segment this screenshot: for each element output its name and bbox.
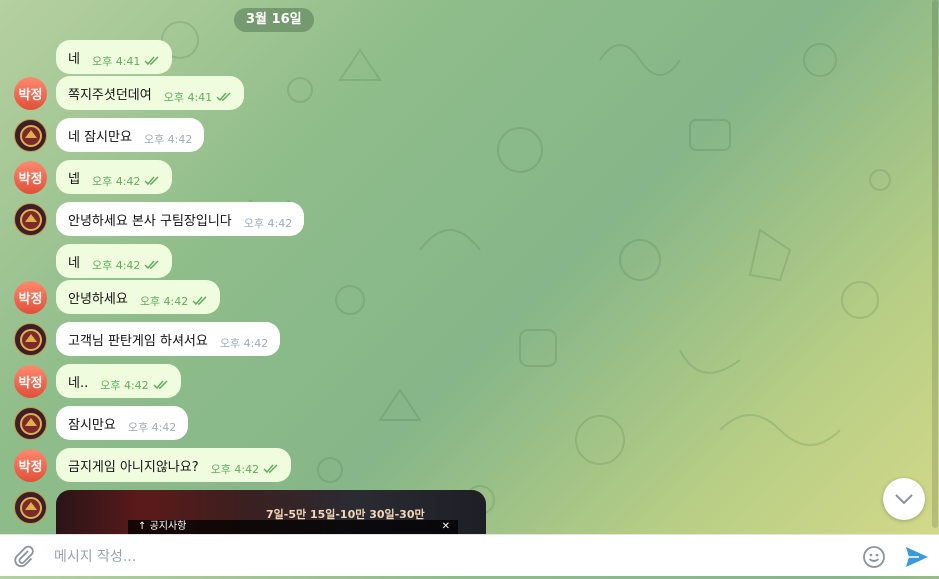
message-bubble-outgoing[interactable]: 금지게임 아니지않나요? 오후 4:42	[56, 448, 292, 482]
avatar[interactable]: 박정	[14, 281, 47, 314]
date-separator: 3월 16일	[234, 8, 314, 32]
message-text: 고객님 판탄게임 하셔서요	[68, 333, 208, 349]
message-bubble-incoming[interactable]: 고객님 판탄게임 하셔서요 오후 4:42	[56, 322, 281, 356]
double-check-icon	[144, 56, 159, 66]
message-text: 안녕하세요	[68, 291, 128, 307]
media-message-image[interactable]: 7일-5만 15일-10만 30일-30만 ↑ 공지사항 ✕	[56, 490, 486, 534]
message-time: 오후 4:42	[127, 421, 177, 434]
scrollbar[interactable]	[932, 0, 938, 528]
message-text: 금지게임 아니지않나요?	[68, 459, 199, 475]
double-check-icon	[153, 380, 168, 390]
avatar-initials: 박정	[18, 460, 43, 475]
message-text: 네	[68, 255, 80, 271]
avatar[interactable]: 박정	[14, 77, 47, 110]
paperclip-icon[interactable]	[12, 545, 36, 569]
message-bubble-incoming[interactable]: 네 잠시만요 오후 4:42	[56, 118, 205, 152]
avatar-initials: 박정	[18, 88, 43, 103]
chat-history[interactable]: 3월 16일 네 오후 4:41 박정 쪽지주셧던데여 오후 4:41 네 잠시…	[0, 0, 939, 534]
avatar-logo[interactable]	[14, 407, 47, 440]
avatar-initials: 박정	[18, 292, 43, 307]
message-time: 오후 4:42	[139, 295, 189, 308]
avatar[interactable]: 박정	[14, 365, 47, 398]
message-time: 오후 4:42	[100, 379, 149, 392]
scroll-down-button[interactable]	[883, 478, 925, 520]
brand-logo-icon	[19, 328, 42, 351]
avatar-logo[interactable]	[14, 119, 47, 152]
brand-logo-icon	[19, 412, 42, 435]
avatar-initials: 박정	[18, 172, 43, 187]
chevron-down-icon	[895, 494, 913, 505]
notice-icon: ↑	[138, 521, 150, 532]
message-text: 네 잠시만요	[68, 129, 132, 145]
message-text: 네	[68, 51, 80, 67]
message-text: 넵	[68, 171, 80, 187]
double-check-icon	[144, 176, 159, 186]
message-bubble-incoming[interactable]: 잠시만요 오후 4:42	[56, 406, 189, 440]
double-check-icon	[263, 464, 278, 474]
double-check-icon	[216, 92, 231, 102]
avatar[interactable]: 박정	[14, 449, 47, 482]
double-check-icon	[192, 296, 207, 306]
message-time: 오후 4:42	[219, 337, 269, 350]
message-bubble-outgoing[interactable]: 넵 오후 4:42	[56, 160, 173, 194]
message-bubble-outgoing[interactable]: 네 오후 4:42	[56, 244, 173, 278]
send-icon[interactable]	[904, 545, 930, 569]
avatar-logo[interactable]	[14, 323, 47, 356]
avatar-logo[interactable]	[14, 203, 47, 236]
message-text: 쪽지주셧던데여	[68, 87, 152, 103]
brand-logo-icon	[19, 208, 42, 231]
message-text: 안녕하세요 본사 구팀장입니다	[68, 213, 232, 229]
message-time: 오후 4:42	[91, 259, 141, 272]
brand-logo-icon	[19, 124, 42, 147]
smiley-icon[interactable]	[862, 545, 886, 569]
message-bubble-outgoing[interactable]: 쪽지주셧던데여 오후 4:41	[56, 76, 245, 110]
message-time: 오후 4:42	[91, 175, 141, 188]
media-notice-bar: ↑ 공지사항 ✕	[128, 520, 458, 534]
avatar[interactable]: 박정	[14, 161, 47, 194]
message-time: 오후 4:41	[163, 91, 213, 104]
message-text: 잠시만요	[68, 417, 116, 433]
message-bubble-outgoing[interactable]: 네.. 오후 4:42	[56, 364, 181, 398]
message-bubble-incoming[interactable]: 안녕하세요 본사 구팀장입니다 오후 4:42	[56, 202, 305, 236]
message-time: 오후 4:42	[243, 217, 293, 230]
close-icon: ✕	[441, 521, 450, 532]
avatar-logo[interactable]	[14, 491, 47, 524]
double-check-icon	[144, 260, 159, 270]
avatar-initials: 박정	[18, 376, 43, 391]
message-time: 오후 4:41	[91, 55, 141, 68]
message-bubble-outgoing[interactable]: 안녕하세요 오후 4:42	[56, 280, 221, 314]
message-time: 오후 4:42	[143, 133, 193, 146]
message-composer	[0, 534, 939, 579]
message-bubble-outgoing[interactable]: 네 오후 4:41	[56, 40, 173, 74]
notice-label: 공지사항	[149, 521, 187, 532]
message-input[interactable]	[52, 535, 846, 579]
message-text: 네..	[68, 375, 89, 391]
brand-logo-icon	[19, 496, 42, 519]
message-time: 오후 4:42	[210, 463, 260, 476]
